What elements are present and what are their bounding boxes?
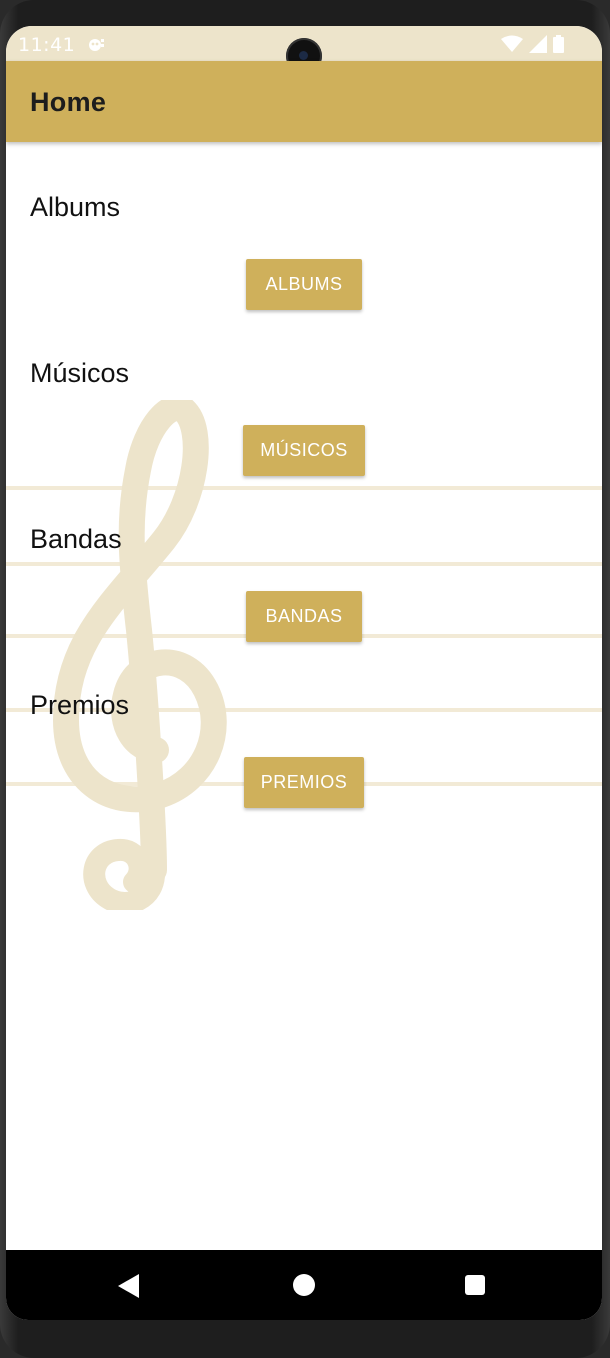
status-icons [501, 35, 564, 53]
app-screen: 11:41 Home Albums ALBUMS Músicos MÚSICOS… [6, 26, 602, 1320]
home-icon[interactable] [293, 1274, 315, 1296]
wifi-icon [501, 35, 523, 52]
bandas-button[interactable]: BANDAS [246, 591, 362, 642]
app-bar: Home [6, 61, 602, 142]
treble-clef-icon [52, 400, 227, 910]
main-content: Albums ALBUMS Músicos MÚSICOS Bandas BAN… [6, 142, 602, 1250]
premios-label: Premios [30, 690, 130, 720]
page-title: Home [30, 87, 107, 117]
albums-label: Albums [30, 192, 121, 222]
recents-icon[interactable] [465, 1275, 485, 1295]
system-nav-bar [6, 1250, 602, 1320]
musicos-button[interactable]: MÚSICOS [243, 425, 365, 476]
status-time: 11:41 [18, 34, 76, 56]
back-icon[interactable] [118, 1274, 140, 1298]
albums-button[interactable]: ALBUMS [246, 259, 362, 310]
musicos-label: Músicos [30, 358, 130, 388]
notification-icon [89, 39, 104, 51]
battery-icon [553, 35, 564, 53]
signal-icon [529, 35, 547, 53]
bandas-label: Bandas [30, 524, 122, 554]
premios-button[interactable]: PREMIOS [244, 757, 364, 808]
